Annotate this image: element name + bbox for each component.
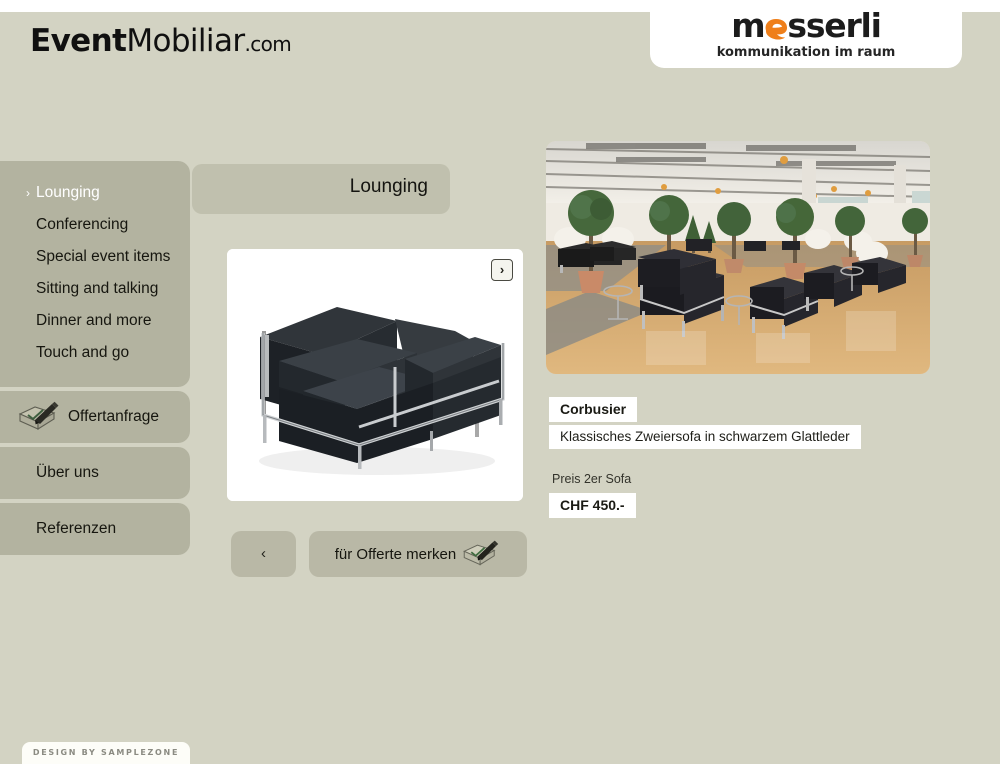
sidebar-item-label: Referenzen	[36, 520, 117, 537]
page-root: EventMobiliar.com m sserli kommunikation …	[0, 0, 1000, 764]
sidebar-item-sitting-and-talking[interactable]: Sitting and talking	[0, 273, 190, 305]
remember-for-offer-button[interactable]: für Offerte merken	[309, 531, 528, 577]
price-label: Preis 2er Sofa	[552, 472, 632, 486]
orange-blob-e-icon	[763, 18, 788, 40]
sidebar-item-dinner-and-more[interactable]: Dinner and more	[0, 305, 190, 337]
pen-notepad-icon	[16, 400, 62, 434]
footer-credit-text: DESIGN BY SAMPLEZONE	[32, 748, 180, 757]
sidebar-item-label: Offertanfrage	[68, 408, 160, 425]
partner-logo-box[interactable]: m sserli kommunikation im raum	[650, 0, 962, 68]
price-value: CHF 450.-	[549, 493, 636, 518]
hero-event-hall-image	[546, 141, 930, 374]
sidebar-item-referenzen[interactable]: Referenzen	[0, 503, 190, 555]
sidebar-item-touch-and-go[interactable]: Touch and go	[0, 337, 190, 369]
section-title-bar: Lounging	[192, 164, 450, 214]
site-logo-tld: .com	[244, 32, 292, 56]
product-image-card: ›	[227, 249, 523, 501]
product-action-bar: ‹ für Offerte merken	[231, 531, 528, 577]
sidebar-item-offertanfrage[interactable]: Offertanfrage	[0, 391, 190, 443]
sidebar-item-label: Dinner and more	[36, 312, 152, 329]
sidebar-item-ueber-uns[interactable]: Über uns	[0, 447, 190, 499]
sidebar-item-label: Sitting and talking	[36, 280, 159, 297]
remember-button-label: für Offerte merken	[334, 545, 457, 563]
site-logo-bold: Event	[30, 23, 127, 59]
sidebar-item-special-event-items[interactable]: Special event items	[0, 241, 190, 273]
prev-product-button[interactable]: ‹	[231, 531, 296, 577]
partner-wordmark: m sserli	[650, 6, 962, 45]
pen-notepad-icon	[460, 539, 502, 569]
header-white-fill	[962, 0, 1000, 12]
chevron-left-icon: ‹	[261, 545, 266, 562]
page-title: Lounging	[349, 176, 428, 197]
sidebar-item-label: Special event items	[36, 248, 171, 265]
sidebar-item-conferencing[interactable]: Conferencing	[0, 209, 190, 241]
sidebar-item-label: Touch and go	[36, 344, 130, 361]
chevron-right-icon: ›	[26, 186, 30, 200]
partner-wordmark-suffix: sserli	[787, 6, 882, 45]
site-logo[interactable]: EventMobiliar.com	[30, 23, 292, 59]
footer-credit-tab[interactable]: DESIGN BY SAMPLEZONE	[22, 742, 190, 764]
sidebar-item-label: Lounging	[36, 184, 100, 201]
sidebar-item-label: Conferencing	[36, 216, 129, 233]
partner-wordmark-prefix: m	[731, 6, 765, 45]
sidebar-item-lounging[interactable]: › Lounging	[0, 177, 190, 209]
product-name: Corbusier	[549, 397, 638, 422]
product-description: Klassisches Zweiersofa in schwarzem Glat…	[549, 425, 861, 449]
sidebar-category-list: › Lounging Conferencing Special event it…	[0, 161, 190, 387]
site-logo-light: Mobiliar	[126, 23, 245, 59]
product-sofa-image	[227, 249, 523, 501]
next-product-button[interactable]: ›	[491, 259, 513, 281]
sidebar-item-label: Über uns	[36, 464, 99, 481]
partner-tagline: kommunikation im raum	[716, 45, 896, 60]
sidebar: › Lounging Conferencing Special event it…	[0, 161, 190, 559]
